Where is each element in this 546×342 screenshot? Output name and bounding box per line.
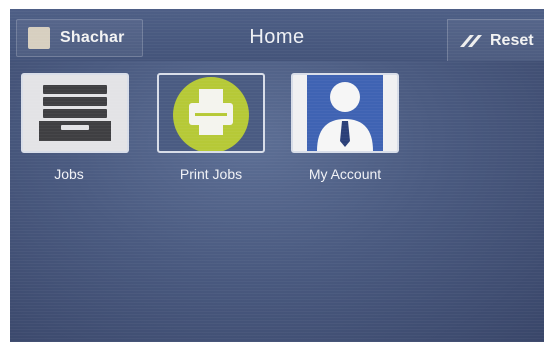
reset-label: Reset	[490, 31, 534, 49]
reset-button[interactable]: Reset	[447, 19, 544, 61]
account-person-icon	[307, 75, 383, 151]
jobs-tile[interactable]	[21, 73, 129, 153]
touch-screen: Shachar Home Reset Jobs Print Jobs My Ac…	[10, 9, 544, 342]
job-tray-icon	[39, 85, 111, 141]
my-account-tile[interactable]	[291, 73, 399, 153]
print-jobs-tile[interactable]	[157, 73, 265, 153]
jobs-label: Jobs	[54, 166, 84, 182]
print-jobs-label: Print Jobs	[179, 166, 243, 182]
printer-icon	[173, 77, 249, 151]
header-bar: Shachar Home Reset	[10, 9, 544, 61]
device-bezel: Shachar Home Reset Jobs Print Jobs My Ac…	[0, 0, 546, 342]
my-account-label: My Account	[308, 166, 382, 182]
reset-icon	[460, 34, 482, 47]
